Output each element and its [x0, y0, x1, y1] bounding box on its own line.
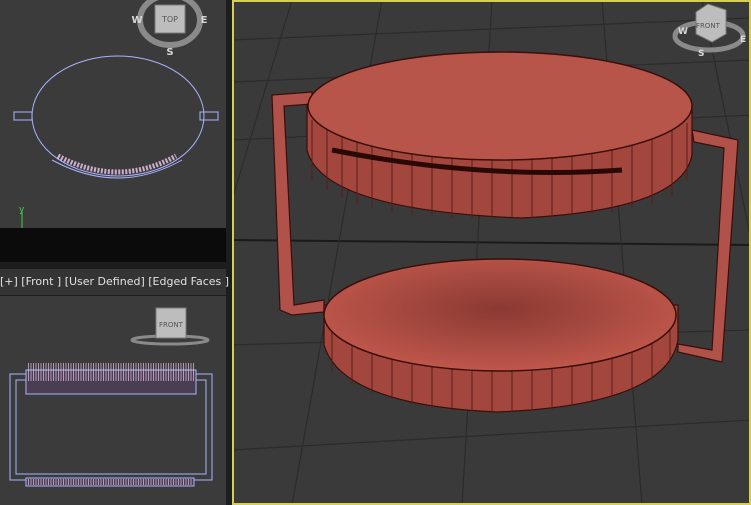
top-viewport[interactable]: TOP W E S y x [0, 0, 226, 228]
viewcube-label: FRONT [696, 22, 721, 30]
viewcube-top[interactable]: TOP W E S [131, 0, 208, 58]
front-viewport-canvas[interactable]: FRONT [0, 296, 226, 505]
axis-tripod: y x [19, 205, 25, 228]
viewport-label-menu[interactable]: [+] [Front ] [User Defined] [Edged Faces… [0, 275, 229, 288]
lower-shelf-surface[interactable] [323, 258, 677, 372]
compass-east-label: E [201, 15, 208, 26]
compass-west-label: W [678, 27, 688, 37]
viewcube-front[interactable]: FRONT [130, 307, 210, 346]
front-viewport-label-bar[interactable]: [+] [Front ] [User Defined] [Edged Faces… [0, 269, 229, 295]
table-shelf-lower[interactable] [323, 258, 679, 413]
viewcube-label: FRONT [159, 321, 184, 329]
compass-south-label: S [166, 47, 173, 58]
wireframe-table-top-view[interactable] [13, 55, 219, 179]
compass-south-label: S [698, 49, 704, 59]
compass-west-label: W [131, 15, 142, 26]
perspective-viewport-canvas[interactable]: FRONT W E S [232, 0, 751, 505]
viewcube-label: TOP [161, 15, 178, 24]
perspective-viewport[interactable]: FRONT W E S [232, 0, 751, 505]
top-viewport-strip [0, 228, 226, 262]
axis-y-label: y [19, 205, 25, 215]
upper-slab-surface[interactable] [307, 51, 693, 161]
viewcube-perspective[interactable]: FRONT W E S [672, 3, 746, 59]
front-viewport[interactable]: FRONT [0, 296, 226, 505]
top-viewport-canvas[interactable]: TOP W E S y x [0, 0, 226, 228]
wireframe-table-front-view[interactable] [9, 363, 213, 487]
compass-east-label: E [740, 35, 746, 45]
table-top-upper[interactable] [306, 51, 693, 219]
